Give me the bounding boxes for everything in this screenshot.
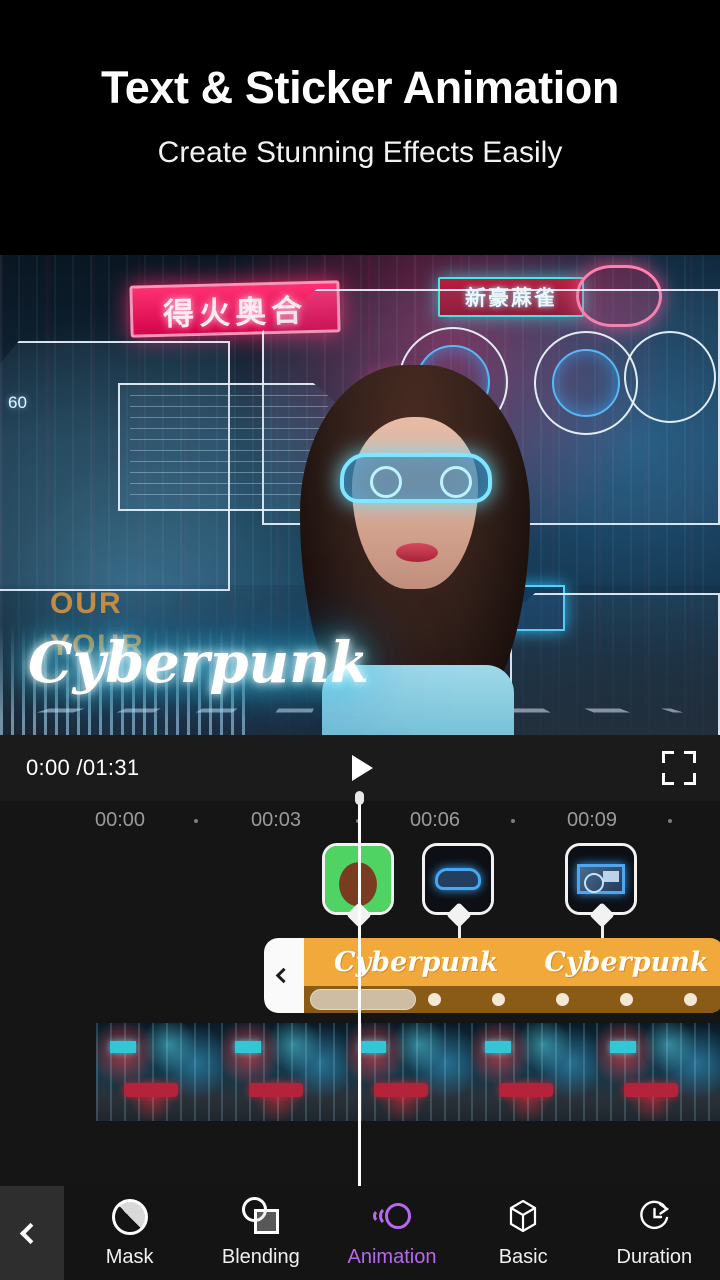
timeline-playhead[interactable] <box>355 791 364 1186</box>
model-face <box>352 417 478 589</box>
hud-left-number: 60 <box>8 393 27 412</box>
filmstrip-frame[interactable] <box>596 1023 720 1121</box>
filmstrip-neon-sign <box>485 1041 511 1053</box>
fullscreen-icon-corner-bl <box>662 773 674 785</box>
tool-animation[interactable]: Animation <box>334 1197 450 1269</box>
play-icon <box>352 755 373 781</box>
neon-text-main[interactable]: Cyberpunk <box>28 630 369 696</box>
fullscreen-icon-corner-tr <box>684 751 696 763</box>
tool-animation-label: Animation <box>347 1246 437 1268</box>
ruler-tick-dot <box>511 819 515 823</box>
filmstrip-frame[interactable] <box>471 1023 596 1121</box>
fullscreen-button[interactable] <box>662 751 696 785</box>
chevron-left-icon <box>19 1222 42 1244</box>
time-display: 0:00 /01:31 <box>26 755 140 780</box>
text-clip-titles: CyberpunkCyberpunkCyberpunk <box>304 938 720 986</box>
filmstrip-car <box>249 1083 303 1097</box>
filmstrip-car <box>499 1083 553 1097</box>
filmstrip-frame-image <box>596 1023 720 1121</box>
tool-mask-label: Mask <box>105 1246 154 1268</box>
promo-header: Text & Sticker Animation Create Stunning… <box>0 0 720 255</box>
filmstrip-neon-sign <box>110 1041 136 1053</box>
tool-basic[interactable]: Basic <box>465 1197 581 1269</box>
playhead-handle[interactable] <box>355 791 364 805</box>
mask-icon <box>110 1197 150 1237</box>
filmstrip-car <box>124 1083 178 1097</box>
filmstrip-neon-sign <box>610 1041 636 1053</box>
filmstrip-neon-sign <box>235 1041 261 1053</box>
keyframe-row[interactable] <box>304 986 720 1013</box>
tool-basic-label: Basic <box>498 1246 548 1268</box>
ruler-tick-label: 00:03 <box>250 809 302 831</box>
app-root: Text & Sticker Animation Create Stunning… <box>0 0 720 1280</box>
filmstrip-frame-image <box>96 1023 221 1121</box>
ruler-tick-dot <box>194 819 198 823</box>
filmstrip-frame[interactable] <box>221 1023 346 1121</box>
filmstrip-frame[interactable] <box>96 1023 221 1121</box>
hud-dial-2-inner <box>552 349 620 417</box>
ruler-tick-dot <box>668 819 672 823</box>
play-button[interactable] <box>338 746 382 790</box>
fullscreen-icon-corner-br <box>684 773 696 785</box>
video-preview[interactable]: 得火奥合 新豪蔴雀 60% 60 OU <box>0 255 720 735</box>
video-filmstrip[interactable] <box>96 1023 720 1121</box>
keyframe-selected-range[interactable] <box>310 989 416 1010</box>
hud-dial-3 <box>624 331 716 423</box>
tool-blending[interactable]: Blending <box>203 1197 319 1269</box>
text-clip-body[interactable]: CyberpunkCyberpunkCyberpunk <box>304 938 720 1013</box>
model-lips <box>396 543 438 562</box>
blending-icon <box>241 1197 281 1237</box>
text-clip-title: Cyberpunk <box>544 946 709 978</box>
tool-duration-label: Duration <box>616 1246 693 1268</box>
filmstrip-car <box>374 1083 428 1097</box>
animation-icon <box>372 1197 412 1237</box>
duration-clock-icon <box>634 1197 674 1237</box>
filmstrip-frame-image <box>471 1023 596 1121</box>
text-clip-left-handle[interactable] <box>264 938 304 1013</box>
fullscreen-icon-corner-tl <box>662 751 674 763</box>
keyframe-dot[interactable] <box>428 993 441 1006</box>
neon-goggles-sticker[interactable] <box>340 453 492 503</box>
text-clip-track[interactable]: CyberpunkCyberpunkCyberpunk <box>264 938 720 1013</box>
tool-list: Mask Blending Animation Basic Duration <box>64 1186 720 1280</box>
tool-duration[interactable]: Duration <box>596 1197 712 1269</box>
filmstrip-frame-image <box>221 1023 346 1121</box>
keyframe-dot[interactable] <box>492 993 505 1006</box>
ruler-tick-label: 00:06 <box>409 809 461 831</box>
filmstrip-neon-sign <box>360 1041 386 1053</box>
keyframe-dot[interactable] <box>556 993 569 1006</box>
filmstrip-frame-image <box>346 1023 471 1121</box>
page-subtitle: Create Stunning Effects Easily <box>157 136 563 169</box>
keyframe-dot[interactable] <box>620 993 633 1006</box>
page-title: Text & Sticker Animation <box>100 62 619 113</box>
keyframe-dot[interactable] <box>684 993 697 1006</box>
back-button[interactable] <box>0 1186 64 1280</box>
filmstrip-car <box>624 1083 678 1097</box>
tool-mask[interactable]: Mask <box>72 1197 188 1269</box>
ruler-tick-label: 00:00 <box>94 809 146 831</box>
chevron-left-icon <box>275 967 291 984</box>
filmstrip-frame[interactable] <box>346 1023 471 1121</box>
bottom-toolbar: Mask Blending Animation Basic Duration <box>0 1186 720 1280</box>
shirt-text-line-1: OUR <box>50 587 123 620</box>
hud-frame-bottom-right <box>510 593 720 735</box>
tool-blending-label: Blending <box>221 1246 300 1268</box>
ruler-tick-label: 00:09 <box>566 809 618 831</box>
cube-icon <box>503 1197 543 1237</box>
